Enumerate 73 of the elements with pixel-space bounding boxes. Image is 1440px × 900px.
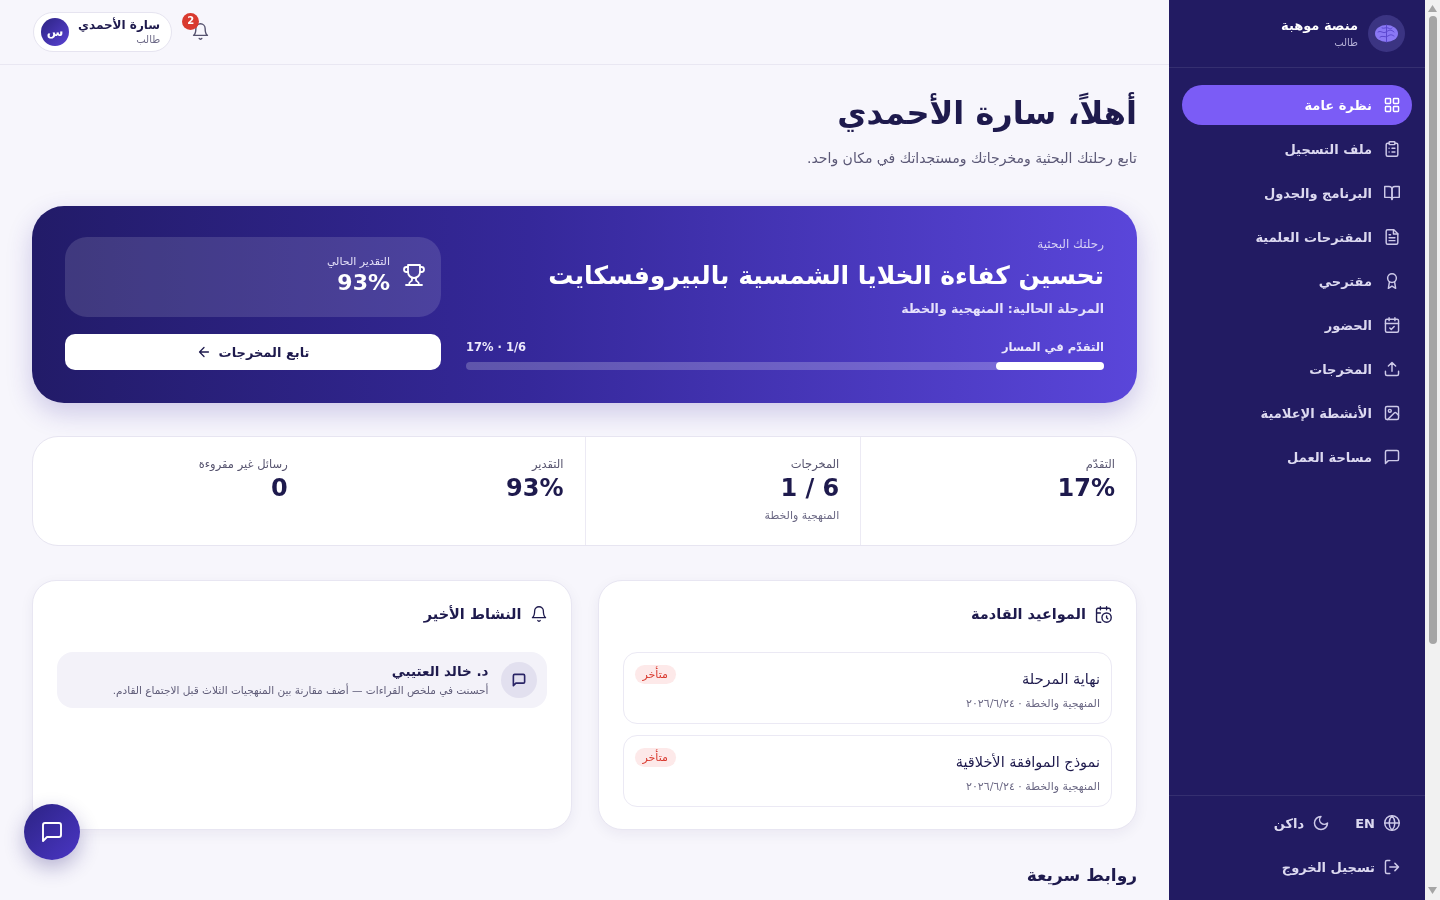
stat-note: المنهجية والخطة: [763, 508, 840, 524]
card-title: النشاط الأخير: [423, 604, 522, 625]
image-icon: [1384, 405, 1400, 421]
hero-eyebrow: رحلتك البحثية: [1036, 236, 1104, 252]
deadline-meta: المنهجية والخطة · ٢٠٢٦/٦/٢٤: [966, 696, 1100, 712]
theme-button[interactable]: داكن: [1273, 809, 1330, 837]
logout-icon: [1384, 859, 1400, 875]
nav-item[interactable]: مساحة العمل: [1182, 437, 1412, 477]
stat-value: 0: [270, 473, 288, 503]
user-menu[interactable]: سارة الأحمدي طالب س: [33, 12, 173, 52]
stat-label: التقدير: [530, 456, 564, 472]
stat-value: 1 / 6: [779, 473, 840, 503]
clipboard-icon: [1384, 141, 1400, 157]
brand-name: منصة موهبة: [1281, 17, 1358, 34]
activity-author: د. خالد العتيبي: [390, 662, 489, 680]
scrollbar[interactable]: [1425, 0, 1440, 900]
arrow-left-icon: [196, 345, 211, 359]
deadline-title: نموذج الموافقة الأخلاقية: [955, 752, 1100, 772]
nav-item[interactable]: نظرة عامة: [1182, 85, 1412, 125]
stat-value: 93%: [505, 473, 564, 503]
avatar: س: [41, 18, 69, 46]
nav-item[interactable]: المقترحات العلمية: [1182, 217, 1412, 257]
deadline-meta: المنهجية والخطة · ٢٠٢٦/٦/٢٤: [965, 779, 1100, 795]
chat-bubble-icon: [500, 662, 537, 698]
award-icon: [1384, 273, 1400, 289]
user-name: سارة الأحمدي: [78, 18, 161, 33]
current-phase: المرحلة الحالية: المنهجية والخطة: [900, 300, 1104, 318]
section-title: روابط سريعة: [1025, 864, 1137, 888]
nav-item[interactable]: المخرجات: [1182, 349, 1412, 389]
chat-bubble-icon: [42, 822, 62, 842]
trophy-icon: [403, 264, 425, 286]
calendar-check-icon: [1384, 317, 1400, 333]
logout-button[interactable]: تسجيل الخروج: [1281, 853, 1400, 881]
activity-text: أحسنت في ملخص القراءات — أضف مقارنة بين المنهجيات الثلاث قبل الاجتماع القادم.: [112, 682, 489, 698]
chat-bubble-icon: [1384, 449, 1400, 465]
stat-label: التقدّم: [1084, 456, 1115, 472]
user-role: طالب: [135, 33, 161, 46]
page-title: أهلاً، سارة الأحمدي: [836, 91, 1137, 134]
notification-count: 2: [182, 12, 200, 30]
project-title: تحسين كفاءة الخلايا الشمسية بالبيروفسكايت: [547, 260, 1104, 293]
globe-icon: [1384, 815, 1400, 831]
bell-icon: [192, 22, 210, 40]
brand-role: طالب: [1333, 36, 1358, 50]
grid-icon: [1384, 97, 1400, 113]
brain-icon: [1368, 15, 1405, 52]
card-title: المواعيد القادمة: [971, 605, 1086, 625]
page-subtitle: تابع رحلتك البحثية ومخرجاتك ومستجداتك في مكان واحد.: [806, 149, 1137, 169]
moon-icon: [1313, 815, 1330, 831]
stat-label: المخرجات: [789, 456, 840, 472]
book-icon: [1384, 185, 1400, 201]
language-button[interactable]: EN: [1355, 809, 1400, 837]
bell-icon: [530, 606, 547, 622]
outputs-button[interactable]: تابع المخرجات: [65, 334, 441, 370]
nav-item[interactable]: مقترحي: [1182, 261, 1412, 301]
scroll-up-icon: [1428, 5, 1437, 12]
calendar-clock-icon: [1095, 605, 1112, 623]
scrollbar-thumb[interactable]: [1428, 16, 1437, 644]
nav-item[interactable]: ملف التسجيل: [1182, 129, 1412, 169]
progress-label: التقدّم في المسار: [1001, 339, 1104, 355]
scroll-down-icon: [1428, 887, 1437, 894]
progress-reading: 17% · 1/6: [466, 339, 527, 355]
grade-label: التقدير الحالي: [326, 254, 390, 269]
stat-label: رسائل غير مقروءة: [197, 456, 288, 472]
nav-item[interactable]: البرنامج والجدول: [1182, 173, 1412, 213]
nav-item[interactable]: الأنشطة الإعلامية: [1182, 393, 1412, 433]
nav-item[interactable]: الحضور: [1182, 305, 1412, 345]
stat-value: 17%: [1056, 473, 1115, 503]
deadline-title: نهاية المرحلة: [1021, 670, 1100, 689]
document-icon: [1384, 229, 1400, 245]
status-tag: متأخر: [634, 665, 676, 684]
status-tag: متأخر: [634, 748, 676, 767]
grade-value: 93%: [336, 268, 390, 296]
upload-icon: [1384, 361, 1400, 377]
